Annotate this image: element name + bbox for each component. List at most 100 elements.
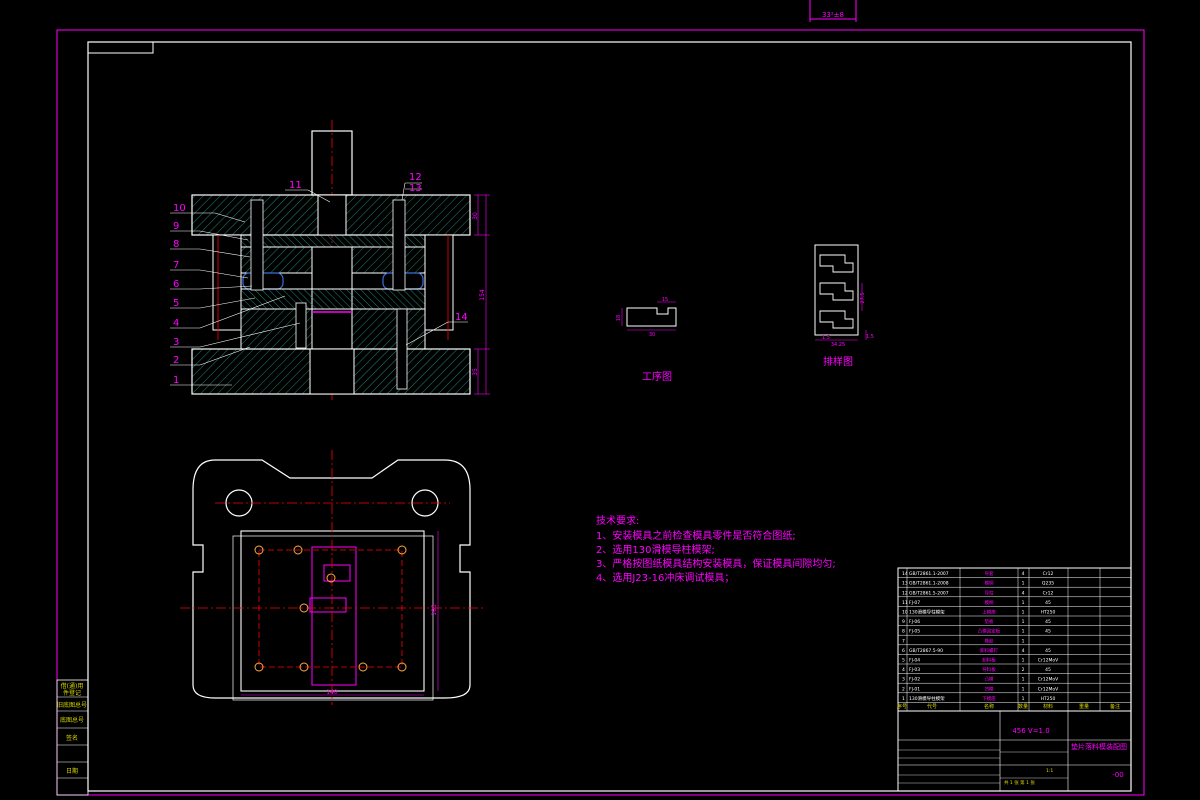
- bom-cell: 1: [1022, 658, 1025, 664]
- svg-text:底图总号: 底图总号: [60, 716, 84, 724]
- strip-layout-title: 排样图: [823, 355, 853, 368]
- bom-cell: 1: [1022, 610, 1025, 616]
- tech-item: 1、安装模具之前检查模具零件是否符合图纸;: [596, 529, 796, 542]
- bom-cell: 导套: [985, 570, 994, 577]
- bom-cell: 卸料螺钉: [980, 647, 998, 654]
- tech-item: 3、严格按图纸模具结构安装模具，保证模具间隙均匀;: [596, 557, 836, 570]
- part-label: 1: [173, 375, 179, 386]
- bom-cell: 模柄: [985, 599, 994, 606]
- bom-cell: 1: [902, 696, 905, 702]
- bom-header: 代号: [927, 703, 937, 710]
- bom-cell: 4: [902, 667, 905, 673]
- bom-cell: FJ-01: [909, 686, 920, 692]
- svg-text:30: 30: [649, 332, 655, 338]
- bom-cell: 2: [902, 686, 905, 692]
- bom-cell: HT250: [1041, 610, 1056, 616]
- svg-text:18: 18: [616, 315, 622, 321]
- tech-item: 2、选用130滑模导柱模架;: [596, 543, 715, 556]
- tech-requirements: 技术要求: 1、安装模具之前检查模具零件是否符合图纸; 2、选用130滑模导柱模…: [596, 514, 836, 584]
- svg-text:34.25: 34.25: [831, 342, 845, 348]
- bom-cell: FJ-04: [909, 658, 920, 664]
- bom-cell: 10: [902, 610, 908, 616]
- part-label: 9: [173, 221, 179, 232]
- part-label: 10: [173, 203, 186, 214]
- bom-cell: Cr12: [1043, 571, 1054, 577]
- sheet-info: 共 1 张 第 1 张: [1004, 779, 1035, 786]
- svg-text:154: 154: [479, 289, 486, 301]
- tech-item: 4、选用J23-16冲床调试模具；: [596, 571, 734, 584]
- process-drawing-title: 工序图: [642, 370, 672, 383]
- bom-cell: 45: [1045, 648, 1051, 654]
- part-label: 14: [455, 312, 468, 323]
- bom-cell: FJ-06: [909, 619, 920, 625]
- bom-cell: 导料板: [982, 666, 996, 673]
- bom-header: 备注: [1110, 703, 1120, 710]
- part-label: 2: [173, 355, 179, 366]
- bom-cell: 下模座: [982, 695, 996, 702]
- bom-cell: Q235: [1042, 581, 1054, 587]
- bom-cell: GB/T2867.5-90: [909, 648, 943, 654]
- drawing-title: 垫片落料模装配图: [1071, 742, 1127, 751]
- bom-cell: 卸料板: [982, 657, 996, 664]
- top-dimension: 33²±8: [809, 0, 857, 22]
- svg-text:140: 140: [326, 689, 338, 696]
- bom-cell: 14: [902, 571, 908, 577]
- bom-cell: 模柄: [985, 580, 994, 587]
- part-label: 5: [173, 298, 179, 309]
- title-block: 456 V=1.0 垫片落料模装配图 -00 1:1 共 1 张 第 1 张: [897, 710, 1132, 792]
- bom-cell: 3: [902, 677, 905, 683]
- bom-cell: 凸模: [985, 676, 994, 683]
- bom-cell: 1: [1022, 638, 1025, 644]
- bom-cell: 1: [1022, 600, 1025, 606]
- svg-text:15: 15: [662, 297, 668, 303]
- tech-title: 技术要求:: [596, 514, 639, 527]
- process-drawing: 18 15 30 工序图: [616, 297, 677, 383]
- bom-cell: 1: [1022, 686, 1025, 692]
- svg-text:件登记: 件登记: [63, 689, 81, 697]
- bom-cell: 2: [1022, 667, 1025, 673]
- bom-cell: GB/T2861.1-2007: [909, 571, 949, 577]
- svg-text:日期: 日期: [66, 767, 78, 775]
- part-label: 6: [173, 279, 179, 290]
- bom-cell: 垫板: [985, 618, 994, 625]
- bom-cell: 1: [1022, 619, 1025, 625]
- bom-cell: Cr12MoV: [1038, 658, 1059, 664]
- bom-header: 材料: [1043, 703, 1053, 710]
- bom-cell: 4: [1022, 571, 1025, 577]
- bom-cell: 4: [1022, 590, 1025, 596]
- scale-value: 1:1: [1046, 768, 1053, 774]
- bom-cell: GB/T2861.1-2008: [909, 581, 949, 587]
- bom-cell: 45: [1045, 629, 1051, 635]
- section-view: 30 154 35 10 9 8 7 6 5 4 3 2 1 11 12 13 …: [170, 120, 490, 400]
- svg-text:35: 35: [472, 368, 479, 376]
- bom-cell: 9: [902, 619, 905, 625]
- bom-cell: 7: [902, 638, 905, 644]
- strip-layout: 27.5 1.5 34.25 1.5 排样图: [814, 244, 874, 368]
- bom-cell: 8: [902, 629, 905, 635]
- bom-cell: FJ-02: [909, 677, 920, 683]
- svg-text:1.5: 1.5: [866, 334, 874, 340]
- part-label: 4: [173, 318, 179, 329]
- cad-drawing-canvas: 33²±8 借(通)用 件登记 旧底图总号 底图总号 签名 日期 30 154 …: [56, 0, 1145, 796]
- inner-frame: [87, 41, 1132, 792]
- part-label: 12: [409, 172, 422, 183]
- svg-text:183: 183: [431, 604, 438, 616]
- bom-cell: 凸模固定板: [978, 628, 1001, 635]
- bom-cell: 45: [1045, 619, 1051, 625]
- bom-cell: 4: [1022, 648, 1025, 654]
- svg-text:签名: 签名: [66, 734, 78, 742]
- bom-cell: 1: [1022, 677, 1025, 683]
- bom-cell: Cr12MoV: [1038, 686, 1059, 692]
- bom-cell: 凹模: [985, 685, 994, 692]
- bom-table: 14 GB/T2861.1-2007 导套 4 Cr1213 GB/T2861.1-200…: [897, 567, 1132, 712]
- bom-cell: 11: [902, 600, 908, 606]
- stripper-plate: [240, 288, 426, 310]
- drawing-number: -00: [1112, 771, 1123, 779]
- svg-text:旧底图总号: 旧底图总号: [57, 701, 87, 709]
- bom-cell: 45: [1045, 600, 1051, 606]
- bom-cell: FJ-07: [909, 600, 920, 606]
- bom-cell: 1: [1022, 581, 1025, 587]
- bom-cell: FJ-03: [909, 667, 920, 673]
- svg-text:借(通)用: 借(通)用: [61, 682, 84, 690]
- svg-text:30: 30: [472, 212, 479, 220]
